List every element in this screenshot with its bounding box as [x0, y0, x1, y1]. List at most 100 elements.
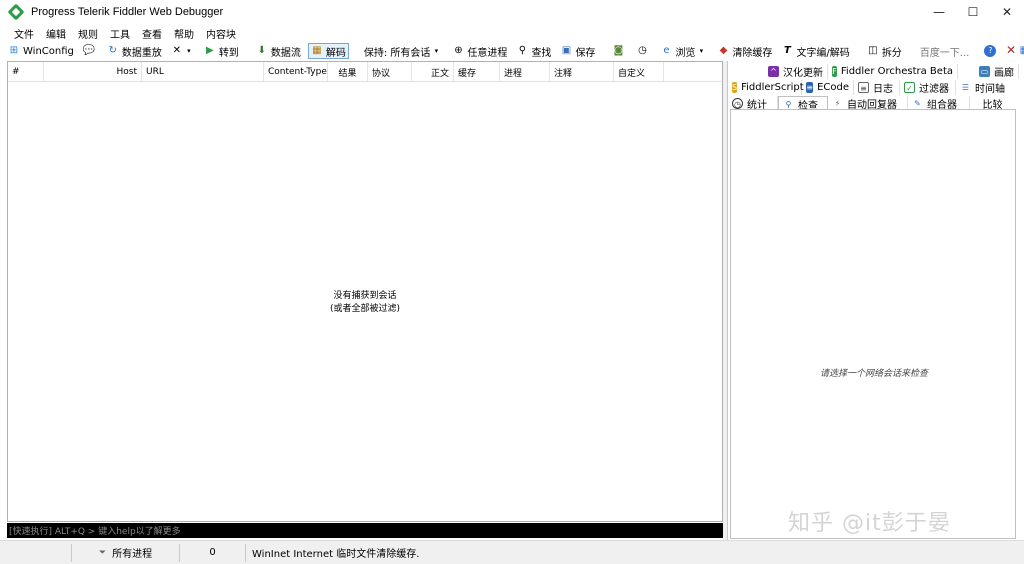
tab-log[interactable]: ≡ 日志	[854, 80, 900, 95]
column-body[interactable]: 正文	[412, 62, 454, 82]
status-capturing[interactable]	[0, 543, 72, 562]
inspector-pane: ^ 汉化更新 F Fiddler Orchestra Beta ▭ 画廊 S F…	[727, 61, 1019, 540]
column-content-type[interactable]: Content-Type	[264, 62, 328, 82]
windows-icon: ⊞	[9, 45, 19, 56]
window-title: Progress Telerik Fiddler Web Debugger	[31, 6, 224, 18]
ecode-icon: ≡	[806, 82, 814, 93]
maximize-button[interactable]: ☐	[956, 0, 990, 24]
clear-cache-icon: ◆	[719, 45, 728, 56]
quickexec-input[interactable]: [快速执行] ALT+Q > 键入help以了解更多	[7, 523, 723, 538]
any-process-button[interactable]: ⊕ 任意进程	[450, 43, 509, 59]
tab-row-2: S FiddlerScript ≡ ECode ≡ 日志 ✓ 过滤器 ☰ 时间轴	[728, 79, 1019, 95]
menu-tools[interactable]: 工具	[104, 26, 136, 41]
column-process[interactable]: 进程	[500, 62, 550, 82]
close-toolbar-icon[interactable]: ✕	[1006, 43, 1016, 57]
keep-sessions-dropdown[interactable]: 保持: 所有会话 ▾	[362, 43, 446, 59]
timer-button[interactable]: ◷	[634, 43, 653, 59]
filter-funnel-icon: ⏷	[98, 547, 107, 558]
minimize-button[interactable]: —	[922, 0, 956, 24]
remove-button[interactable]: ✕ ▾	[169, 43, 197, 59]
lightning-icon: ⚡	[832, 98, 843, 109]
column-result[interactable]: 结果	[328, 62, 368, 82]
menu-view[interactable]: 查看	[136, 26, 168, 41]
dropdown-arrow-icon: ▾	[187, 47, 191, 55]
comment-button[interactable]: 💬	[81, 43, 100, 59]
column-protocol[interactable]: 协议	[368, 62, 412, 82]
stream-arrow-icon: ⬇	[257, 45, 267, 56]
tab-timeline[interactable]: ☰ 时间轴	[956, 80, 1019, 95]
column-url[interactable]: URL	[142, 62, 264, 82]
tab-label: Fiddler Orchestra Beta	[840, 66, 953, 77]
save-button[interactable]: ▣ 保存	[558, 43, 597, 59]
replay-label: 数据重放	[121, 47, 162, 59]
tab-ecode[interactable]: ≡ ECode	[802, 80, 854, 95]
online-button[interactable]: ▦ 在线	[1016, 43, 1024, 59]
menu-content-blocks[interactable]: 内容块	[200, 26, 242, 41]
sessions-list[interactable]: # Host URL Content-Type 结果 协议 正文 缓存 进程 注…	[7, 61, 723, 522]
update-icon: ^	[768, 66, 779, 77]
clear-cache-button[interactable]: ◆ 清除缓存	[715, 43, 774, 59]
composer-icon: ✎	[912, 98, 923, 109]
crosshair-icon: ⊕	[454, 45, 463, 56]
decode-button[interactable]: ▦ 解码	[307, 43, 349, 59]
winconfig-label: WinConfig	[23, 45, 74, 57]
column-number[interactable]: #	[8, 62, 44, 82]
tab-fiddlerscript[interactable]: S FiddlerScript	[728, 80, 804, 95]
dropdown-arrow-icon: ▾	[699, 47, 704, 55]
process-filter-label: 所有进程	[112, 549, 153, 560]
any-process-label: 任意进程	[467, 47, 508, 59]
column-comments[interactable]: 注释	[550, 62, 614, 82]
go-button[interactable]: ▶ 转到	[202, 43, 241, 59]
column-host[interactable]: Host	[44, 62, 142, 82]
fiddler-logo-icon	[7, 3, 25, 21]
menu-edit[interactable]: 编辑	[40, 26, 72, 41]
stream-button[interactable]: ⬇ 数据流	[254, 43, 303, 59]
find-button[interactable]: ⚲ 查找	[514, 43, 553, 59]
timeline-icon: ☰	[960, 82, 971, 93]
magnifier-icon: ⚲	[783, 98, 794, 110]
sessions-empty-message: 没有捕获到会话 (或者全部被过滤)	[8, 290, 722, 316]
tab-localization-update[interactable]: ^ 汉化更新	[728, 64, 828, 79]
tab-fiddler-orchestra[interactable]: F Fiddler Orchestra Beta	[828, 64, 958, 79]
replay-button[interactable]: ↻ 数据重放	[105, 43, 164, 59]
stream-label: 数据流	[270, 47, 301, 59]
tab-label: 画廊	[994, 68, 1014, 79]
help-icon: ?	[984, 45, 997, 57]
inspector-empty-message: 请选择一个网络会话来检查	[819, 369, 928, 379]
decode-label: 解码	[325, 47, 346, 59]
browser-icon: e	[663, 45, 670, 56]
column-caching[interactable]: 缓存	[454, 62, 500, 82]
menu-help[interactable]: 帮助	[168, 26, 200, 41]
inspector-content: 请选择一个网络会话来检查	[730, 109, 1016, 539]
status-process-filter[interactable]: ⏷ 所有进程	[72, 543, 180, 562]
log-icon: ≡	[858, 82, 869, 93]
watermark-text: 知乎 @it彭于晏	[788, 511, 951, 536]
camera-icon: ◙	[613, 45, 624, 56]
search-input[interactable]: 百度一下...	[916, 43, 971, 59]
play-icon: ▶	[206, 45, 214, 56]
textwizard-button[interactable]: T 文字编/解码	[779, 43, 851, 59]
tab-label: 日志	[873, 84, 893, 95]
clear-cache-label: 清除缓存	[732, 47, 773, 59]
status-session-count: 0	[180, 543, 246, 562]
window-controls: — ☐ ✕	[922, 0, 1024, 24]
screenshot-button[interactable]: ◙	[610, 43, 629, 59]
tab-label: 汉化更新	[783, 68, 823, 79]
browse-button[interactable]: e 浏览 ▾	[658, 43, 710, 59]
binoculars-icon: ⚲	[518, 45, 527, 56]
menu-file[interactable]: 文件	[8, 26, 40, 41]
orchestra-icon: F	[832, 66, 837, 77]
column-custom[interactable]: 自定义	[614, 62, 664, 82]
save-icon: ▣	[561, 45, 572, 56]
remove-icon: ✕	[172, 45, 182, 56]
speech-bubble-icon: 💬	[82, 45, 96, 56]
tab-gallery[interactable]: ▭ 画廊	[958, 64, 1019, 79]
close-button[interactable]: ✕	[990, 0, 1024, 24]
tab-label: ECode	[817, 82, 849, 93]
help-button[interactable]: ?	[982, 43, 1001, 59]
tab-filters[interactable]: ✓ 过滤器	[900, 80, 956, 95]
menu-rules[interactable]: 规则	[72, 26, 104, 41]
tearoff-button[interactable]: ◫ 拆分	[865, 43, 904, 59]
empty-message-line2: (或者全部被过滤)	[329, 304, 401, 314]
winconfig-button[interactable]: ⊞ WinConfig	[6, 43, 76, 59]
